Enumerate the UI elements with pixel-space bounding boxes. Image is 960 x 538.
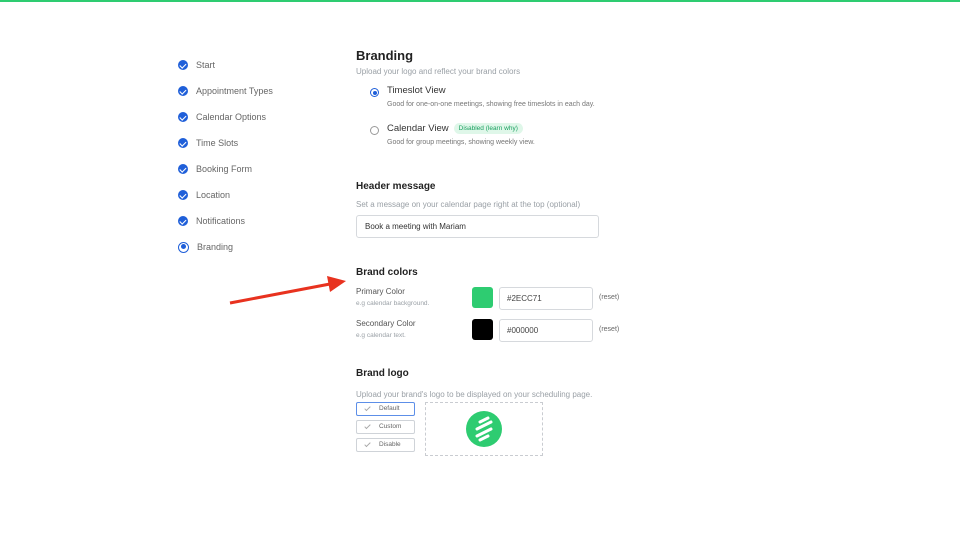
brand-colors-title: Brand colors [356,267,418,278]
step-time-slots[interactable]: Time Slots [178,130,318,156]
check-circle-icon [178,164,188,174]
calendar-view-radio[interactable] [370,126,379,135]
logo-choice-disable[interactable]: Disable [356,438,415,452]
secondary-color-input[interactable]: #000000 [499,319,593,342]
step-start[interactable]: Start [178,52,318,78]
secondary-color-hint: e.g calendar text. [356,332,406,339]
secondary-color-row: Secondary Color e.g calendar text. #0000… [356,319,656,343]
check-icon [364,422,371,430]
brand-logo-subtitle: Upload your brand's logo to be displayed… [356,390,593,399]
top-accent-bar [0,0,960,2]
option-description: Good for group meetings, showing weekly … [387,139,535,146]
primary-color-label: Primary Color [356,287,405,296]
secondary-color-reset-link[interactable]: (reset) [599,326,619,333]
header-message-subtitle: Set a message on your calendar page righ… [356,200,581,209]
step-label: Notifications [196,216,246,226]
branding-subtitle: Upload your logo and reflect your brand … [356,67,521,76]
brand-logo-image [466,411,502,447]
step-label: Location [196,190,231,200]
header-message-input[interactable]: Book a meeting with Mariam [356,215,599,238]
step-notifications[interactable]: Notifications [178,208,318,234]
check-icon [364,404,371,412]
choice-label: Custom [379,423,402,430]
step-appointment-types[interactable]: Appointment Types [178,78,318,104]
current-step-icon [178,241,189,253]
check-circle-icon [178,138,188,148]
option-title: Timeslot View [387,85,446,96]
choice-label: Disable [379,441,401,448]
step-label: Booking Form [196,164,253,174]
primary-color-row: Primary Color e.g calendar background. #… [356,287,656,311]
logo-choice-group: Default Custom Disable [356,402,416,456]
step-branding[interactable]: Branding [178,234,318,260]
step-location[interactable]: Location [178,182,318,208]
timeslot-view-radio[interactable] [370,88,379,97]
step-label: Start [196,60,216,70]
check-circle-icon [178,216,188,226]
check-circle-icon [178,112,188,122]
step-booking-form[interactable]: Booking Form [178,156,318,182]
check-circle-icon [178,86,188,96]
timeslot-view-option[interactable]: Timeslot View Good for one-on-one meetin… [370,85,660,108]
logo-preview[interactable] [425,402,543,456]
logo-choice-default[interactable]: Default [356,402,415,416]
step-calendar-options[interactable]: Calendar Options [178,104,318,130]
primary-color-swatch[interactable] [472,287,493,308]
branding-title: Branding [356,48,414,63]
calendar-view-option[interactable]: Calendar View Disabled (learn why) Good … [370,123,660,146]
option-description: Good for one-on-one meetings, showing fr… [387,101,595,108]
secondary-color-label: Secondary Color [356,319,416,328]
check-circle-icon [178,60,188,70]
step-label: Branding [197,242,234,252]
step-label: Appointment Types [196,86,273,96]
step-label: Time Slots [196,138,239,148]
header-message-title: Header message [356,181,436,192]
disabled-badge[interactable]: Disabled (learn why) [453,123,523,134]
primary-color-input[interactable]: #2ECC71 [499,287,593,310]
logo-choice-custom[interactable]: Custom [356,420,415,434]
check-icon [364,440,371,448]
step-label: Calendar Options [196,112,267,122]
primary-color-hint: e.g calendar background. [356,300,430,307]
brand-logo-title: Brand logo [356,368,409,379]
annotation-arrow [229,276,346,305]
primary-color-reset-link[interactable]: (reset) [599,294,619,301]
brand-logo-icon [475,416,493,442]
branding-panel: Branding Upload your logo and reflect yo… [356,48,656,456]
secondary-color-swatch[interactable] [472,319,493,340]
choice-label: Default [379,405,400,412]
check-circle-icon [178,190,188,200]
option-title: Calendar View [387,123,449,134]
setup-steps-nav: Start Appointment Types Calendar Options… [178,52,318,260]
